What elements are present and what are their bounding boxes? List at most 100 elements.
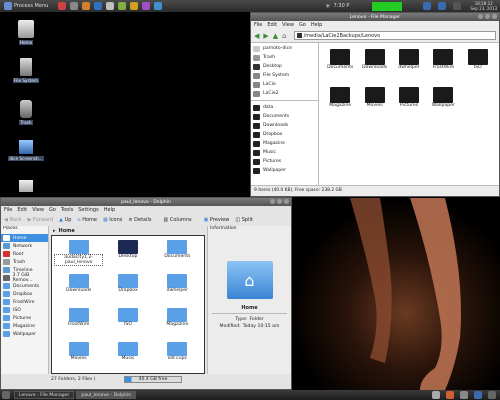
menu-file[interactable]: File [254,22,262,28]
desktop-icon-file-system[interactable]: File System [8,58,44,83]
battery-icon[interactable] [453,2,462,10]
desktop-icon-screenshot[interactable]: dice Screensh... [6,140,46,161]
media-launcher-icon[interactable] [142,2,151,10]
tray-icon[interactable] [460,391,468,399]
sidebar-item[interactable]: Magazine [251,139,318,148]
file-item[interactable]: Pictures [392,87,426,125]
minimize-icon[interactable] [478,14,483,19]
editor-launcher-icon[interactable] [118,2,127,10]
file-item[interactable]: audacity1.2-paul_lenovo [54,240,104,274]
home-button[interactable]: ⌂ Home [77,217,97,223]
breadcrumb[interactable]: ▸ Home [49,226,207,235]
task-file-manager[interactable]: Lenovo - File Manager [14,391,75,399]
file-item[interactable]: Magazine [153,308,202,342]
forward-button[interactable]: ▶ Forward [28,217,54,223]
columns-view-button[interactable]: ▥ Columns [164,217,192,223]
file-item[interactable]: dwhelper [392,49,426,87]
sidebar-item[interactable]: LaCie2 [251,89,318,98]
file-item[interactable]: ISO [103,308,152,342]
firefox-icon[interactable] [446,391,454,399]
file-item[interactable]: dwhelper [153,274,202,308]
places-item[interactable]: 3.7 GiB Remov... [1,273,48,283]
sidebar-item[interactable]: Music [251,148,318,157]
places-item[interactable]: Network [1,242,48,250]
file-item[interactable]: Desktop [103,240,152,274]
sidebar-item[interactable]: Wallpaper [251,166,318,175]
mail-launcher-icon[interactable] [94,2,103,10]
menu-help[interactable]: Help [104,207,115,213]
back-icon[interactable]: ◀ [254,32,259,40]
network-icon[interactable] [423,2,432,10]
tray-icon[interactable] [432,391,440,399]
forward-icon[interactable]: ▶ [263,32,268,40]
settings-launcher-icon[interactable] [154,2,163,10]
menu-edit[interactable]: Edit [17,207,27,213]
sidebar-item[interactable]: LaCie [251,80,318,89]
places-item[interactable]: Wallpaper [1,330,48,338]
preview-button[interactable]: ▣ Preview [204,217,230,223]
sidebar-item[interactable]: Desktop [251,62,318,71]
sidebar-item[interactable]: pamoto-dice [251,44,318,53]
places-item[interactable]: Pictures [1,314,48,322]
sidebar-item[interactable]: Pictures [251,157,318,166]
minimize-icon[interactable] [270,199,275,204]
places-item[interactable]: Home [1,234,48,242]
split-button[interactable]: ◫ Split [235,217,252,223]
show-desktop-icon[interactable] [2,391,10,399]
maximize-icon[interactable] [485,14,490,19]
file-item[interactable]: Music [103,342,152,373]
menu-edit[interactable]: Edit [267,22,277,28]
sidebar-item[interactable]: Trash [251,53,318,62]
menu-help[interactable]: Help [311,22,322,28]
close-icon[interactable] [284,199,289,204]
tray-icon[interactable] [488,391,496,399]
menu-settings[interactable]: Settings [78,207,99,213]
breadcrumb-home[interactable]: Home [59,228,75,234]
desktop-icon-home[interactable]: Home [8,20,44,45]
tools-launcher-icon[interactable] [106,2,115,10]
icons-view-button[interactable]: ▦ Icons [103,217,122,223]
places-item[interactable]: ISO [1,306,48,314]
file-item[interactable]: Magazine [323,87,357,125]
details-view-button[interactable]: ≡ Details [128,217,151,223]
maximize-icon[interactable] [277,199,282,204]
file-item[interactable]: Documents [323,49,357,87]
terminal-launcher-icon[interactable] [70,2,79,10]
firefox-launcher-icon[interactable] [82,2,91,10]
menu-view[interactable]: View [32,207,44,213]
file-item[interactable]: Wallpaper [426,87,460,125]
up-button[interactable]: ▲ Up [59,217,71,223]
browser-launcher-icon[interactable] [58,2,67,10]
menu-go[interactable]: Go [49,207,56,213]
desktop-icon-printer[interactable] [14,180,38,194]
file-item[interactable]: FrostWire [54,308,103,342]
menu-file[interactable]: File [4,207,12,213]
up-icon[interactable]: ▲ [273,32,278,40]
menu-view[interactable]: View [282,22,294,28]
sidebar-item[interactable]: Dropbox [251,130,318,139]
places-item[interactable]: Dropbox [1,290,48,298]
file-item[interactable]: FrostWire [426,49,460,87]
close-icon[interactable] [492,14,497,19]
file-item[interactable]: old cups [153,342,202,373]
dolphin-titlebar[interactable]: paul_lenovo - Dolphin [1,198,291,206]
clock[interactable]: 18:28:12 Sep 23, 2013 [470,1,497,11]
places-item[interactable]: Root [1,250,48,258]
places-item[interactable]: Trash [1,258,48,266]
files-launcher-icon[interactable] [130,2,139,10]
sidebar-item[interactable]: Documents [251,112,318,121]
home-icon[interactable]: ⌂ [282,32,286,40]
sidebar-item[interactable]: Downloads [251,121,318,130]
volume-icon[interactable] [438,2,447,10]
file-item[interactable]: Dropbox [103,274,152,308]
tray-icon[interactable] [474,391,482,399]
process-menu-button[interactable]: Process Menu [0,1,50,11]
menu-go[interactable]: Go [299,22,306,28]
menu-tools[interactable]: Tools [61,207,73,213]
file-item[interactable]: Downloads [357,49,391,87]
file-item[interactable]: Documents [153,240,202,274]
location-bar[interactable]: /media/LaCie2Backups/Lenovo [293,31,496,40]
task-dolphin[interactable]: paul_lenovo - Dolphin [76,391,137,399]
sidebar-item[interactable]: data [251,103,318,112]
file-item[interactable]: Movies [357,87,391,125]
